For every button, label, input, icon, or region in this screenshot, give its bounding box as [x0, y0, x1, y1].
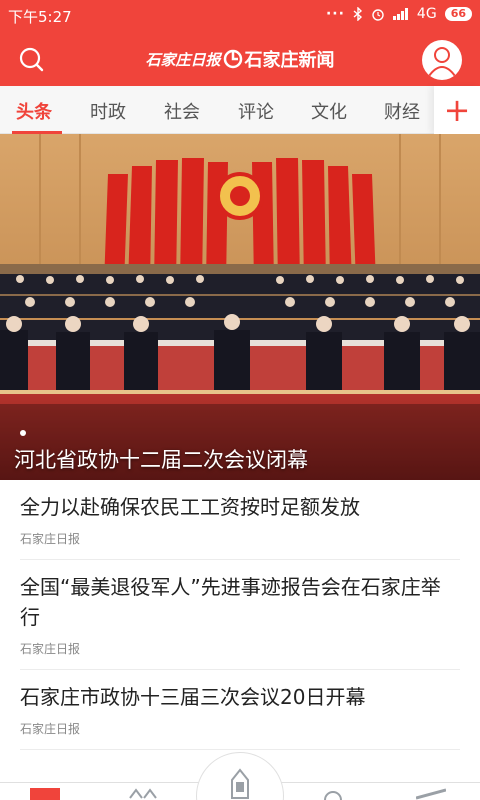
status-icons: ··· 4G 66 — [326, 6, 472, 22]
status-time: 下午5:27 — [8, 8, 72, 26]
news-list: 全力以赴确保农民工工资按时足额发放 石家庄日报 全国“最美退役军人”先进事迹报告… — [0, 480, 480, 750]
alarm-icon — [372, 9, 384, 21]
status-bar: 下午5:27 ··· 4G 66 — [0, 0, 480, 32]
tab-society[interactable]: 社会 — [164, 98, 200, 124]
carousel-indicator — [20, 430, 26, 436]
top-bar: 下午5:27 ··· 4G 66 石家庄日报 石家庄新闻 — [0, 0, 480, 86]
bluetooth-icon — [353, 7, 362, 21]
news-item[interactable]: 全国“最美退役军人”先进事迹报告会在石家庄举行 石家庄日报 — [0, 560, 480, 670]
news-source: 石家庄日报 — [20, 640, 460, 670]
network-type: 4G — [416, 6, 437, 22]
news-title: 全国“最美退役军人”先进事迹报告会在石家庄举行 — [20, 575, 441, 629]
hero-banner[interactable]: 河北省政协十二届二次会议闭幕 — [0, 134, 480, 480]
add-tab-button[interactable]: + — [434, 86, 480, 134]
tab-culture[interactable]: 文化 — [311, 98, 347, 124]
category-tabs: 头条 时政 社会 评论 文化 财经 + — [0, 86, 480, 134]
home-icon[interactable] — [30, 788, 60, 800]
hero-title: 河北省政协十二届二次会议闭幕 — [14, 448, 308, 472]
signal-icon — [392, 8, 408, 20]
brand-logo: 石家庄日报 石家庄新闻 — [0, 46, 480, 72]
brand-name: 石家庄新闻 — [244, 50, 335, 71]
tab-commentary[interactable]: 评论 — [238, 98, 274, 124]
news-source: 石家庄日报 — [20, 530, 460, 560]
logo-mark-icon — [223, 49, 242, 69]
tab-politics[interactable]: 时政 — [90, 98, 126, 124]
hero-image — [0, 134, 480, 480]
video-icon[interactable] — [128, 788, 158, 800]
news-item[interactable]: 全力以赴确保农民工工资按时足额发放 石家庄日报 — [0, 480, 480, 560]
tab-finance[interactable]: 财经 — [384, 98, 420, 124]
user-avatar-button[interactable] — [422, 40, 462, 80]
battery-indicator: 66 — [444, 7, 472, 21]
news-item[interactable]: 石家庄市政协十三届三次会议20日开幕 石家庄日报 — [0, 670, 480, 750]
news-title: 石家庄市政协十三届三次会议20日开幕 — [20, 685, 366, 709]
service-icon[interactable] — [416, 788, 446, 800]
tab-headline[interactable]: 头条 — [16, 98, 52, 124]
landmark-icon — [231, 768, 249, 799]
notification-dots: ··· — [325, 6, 345, 22]
app-header: 石家庄日报 石家庄新闻 — [0, 32, 480, 86]
discover-icon[interactable] — [318, 788, 348, 800]
news-title: 全力以赴确保农民工工资按时足额发放 — [20, 495, 360, 519]
brand-script: 石家庄日报 — [145, 50, 221, 69]
user-icon — [428, 47, 456, 77]
news-source: 石家庄日报 — [20, 720, 460, 750]
